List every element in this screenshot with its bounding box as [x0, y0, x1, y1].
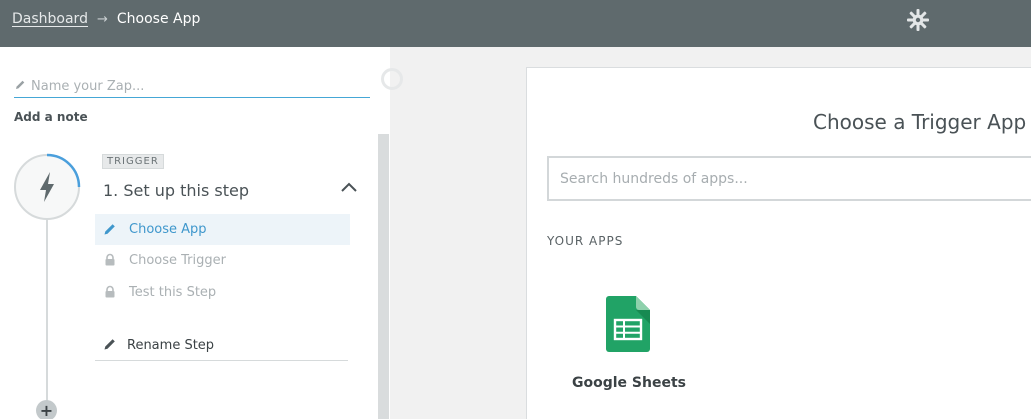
google-sheets-icon [606, 296, 650, 352]
top-bar: Dashboard → Choose App [0, 0, 1031, 47]
substep-label: Test this Step [129, 285, 217, 300]
add-step-button[interactable]: + [36, 400, 57, 419]
pencil-icon [104, 339, 115, 350]
scrollbar[interactable] [378, 134, 389, 419]
substep-choose-app[interactable]: Choose App [95, 214, 350, 245]
trigger-badge: TRIGGER [102, 154, 164, 169]
lock-icon [105, 285, 115, 298]
zap-editor-panel: Add a note TRIGGER 1. Set up this step C… [0, 47, 390, 419]
breadcrumb-separator: → [96, 11, 108, 27]
lightning-icon [14, 153, 81, 220]
lock-icon [105, 253, 115, 266]
background-decoration [381, 68, 403, 90]
rename-step-button[interactable]: Rename Step [95, 331, 348, 361]
add-note-link[interactable]: Add a note [14, 110, 88, 124]
breadcrumb-current: Choose App [116, 11, 201, 27]
substep-label: Choose Trigger [129, 253, 226, 268]
substep-label: Choose App [129, 222, 207, 237]
substep-test-step[interactable]: Test this Step [95, 277, 350, 308]
substep-choose-trigger[interactable]: Choose Trigger [95, 245, 350, 276]
app-search-input[interactable] [547, 156, 1031, 201]
page-title: Choose a Trigger App [813, 110, 1027, 134]
breadcrumb: Dashboard → Choose App [12, 11, 200, 27]
step-title[interactable]: 1. Set up this step [103, 181, 249, 200]
timeline-line [46, 217, 48, 417]
app-name: Google Sheets [572, 375, 686, 391]
gear-icon[interactable] [906, 8, 930, 32]
chevron-up-icon[interactable] [340, 180, 358, 194]
rename-step-label: Rename Step [127, 338, 215, 353]
pencil-icon [104, 224, 115, 235]
your-apps-heading: YOUR APPS [547, 234, 624, 248]
breadcrumb-dashboard-link[interactable]: Dashboard [12, 11, 88, 27]
zap-name-input[interactable] [14, 76, 370, 98]
app-tile-google-sheets[interactable]: Google Sheets [572, 290, 686, 400]
